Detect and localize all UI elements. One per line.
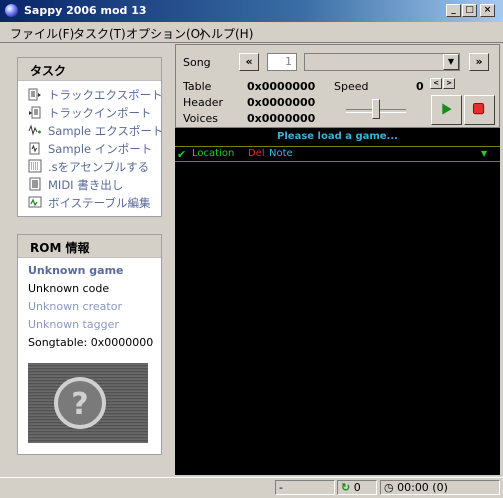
task-label: Sample エクスポート xyxy=(48,124,164,138)
maximize-button[interactable]: □ xyxy=(462,4,477,17)
close-button[interactable]: × xyxy=(480,4,495,17)
sample-import-icon xyxy=(29,142,40,155)
midi-export-icon xyxy=(29,177,41,191)
song-panel: Song « 1 ▼ » Table 0x0000000 Header 0x00… xyxy=(175,44,500,128)
voice-table-icon xyxy=(28,196,42,208)
status-bar: - ↻ 0 ◷ 00:00 (0) xyxy=(0,477,503,498)
rom-code: Unknown code xyxy=(28,282,110,295)
task-label: ボイステーブル編集 xyxy=(48,196,151,210)
loop-count: 0 xyxy=(353,481,361,494)
task-label: MIDI 書き出し xyxy=(48,178,124,192)
stop-icon xyxy=(472,103,485,115)
song-number-input[interactable]: 1 xyxy=(267,53,297,71)
voices-label: Voices xyxy=(183,112,219,125)
column-location[interactable]: Location xyxy=(192,148,234,159)
table-label: Table xyxy=(183,80,212,93)
rom-header-label: ROM 情報 xyxy=(30,241,90,255)
speed-value: 0 xyxy=(416,80,424,93)
main-window: Sappy 2006 mod 13 _ □ × ファイル(F) タスク(T) オ… xyxy=(0,0,503,498)
rom-header: ROM 情報 xyxy=(18,235,161,258)
song-label: Song xyxy=(183,56,211,69)
dropdown-arrow-icon[interactable]: ▼ xyxy=(481,149,487,158)
rom-tagger: Unknown tagger xyxy=(28,318,119,331)
check-icon: ✔ xyxy=(177,148,187,161)
tasks-panel: タスク トラックエクスポート トラックインポート Sample エクスポート S… xyxy=(17,57,164,217)
clock-icon: ◷ xyxy=(384,481,394,494)
tasks-header: タスク xyxy=(18,58,161,81)
track-export-icon xyxy=(28,88,41,101)
tasks-header-label: タスク xyxy=(30,64,67,78)
speed-up-button[interactable]: > xyxy=(443,78,455,89)
menu-file[interactable]: ファイル(F) xyxy=(10,25,74,42)
menu-help[interactable]: ヘルプ(H) xyxy=(199,25,253,42)
header-value: 0x0000000 xyxy=(247,96,316,109)
time-value: 00:00 (0) xyxy=(397,481,448,494)
status-time: ◷ 00:00 (0) xyxy=(380,480,500,495)
menu-options[interactable]: オプション(O) xyxy=(126,25,205,42)
menu-task[interactable]: タスク(T) xyxy=(73,25,126,42)
unknown-rom-icon: ? xyxy=(54,377,106,429)
status-loops: ↻ 0 xyxy=(337,480,377,495)
speed-label: Speed xyxy=(334,80,369,93)
track-list[interactable] xyxy=(175,162,500,475)
play-icon xyxy=(442,103,452,115)
song-select[interactable]: ▼ xyxy=(304,53,460,71)
task-label: トラックエクスポート xyxy=(48,88,163,102)
chevron-down-icon[interactable]: ▼ xyxy=(443,54,459,70)
song-prev-button[interactable]: « xyxy=(239,53,259,71)
rom-image: ? xyxy=(28,363,148,443)
loop-icon: ↻ xyxy=(341,481,351,494)
song-next-button[interactable]: » xyxy=(469,53,489,71)
status-message: Please load a game... xyxy=(175,128,500,146)
track-list-header: ✔ Location Del Note ▼ xyxy=(175,146,500,162)
task-label: トラックインポート xyxy=(48,106,152,120)
volume-slider[interactable] xyxy=(346,99,406,119)
sample-export-icon xyxy=(28,124,41,136)
window-title: Sappy 2006 mod 13 xyxy=(24,4,147,17)
task-label: .sをアセンブルする xyxy=(48,160,150,174)
rom-creator: Unknown creator xyxy=(28,300,122,313)
rom-info-panel: ROM 情報 Unknown game Unknown code Unknown… xyxy=(17,234,162,455)
status-cell-1: - xyxy=(275,480,335,495)
column-del[interactable]: Del xyxy=(248,148,265,159)
rom-songtable: Songtable: 0x0000000 xyxy=(28,336,154,349)
table-value: 0x0000000 xyxy=(247,80,316,93)
play-button[interactable] xyxy=(431,95,462,125)
minimize-button[interactable]: _ xyxy=(446,4,461,17)
svg-text:?: ? xyxy=(71,387,88,422)
title-bar: Sappy 2006 mod 13 _ □ × xyxy=(0,0,503,22)
assemble-icon xyxy=(28,159,42,173)
volume-slider-thumb[interactable] xyxy=(372,99,380,119)
column-note[interactable]: Note xyxy=(269,148,293,159)
stop-button[interactable] xyxy=(464,95,495,125)
track-import-icon xyxy=(29,106,41,119)
header-label: Header xyxy=(183,96,224,109)
speed-down-button[interactable]: < xyxy=(430,78,442,89)
task-label: Sample インポート xyxy=(48,142,153,156)
app-icon xyxy=(5,4,18,17)
menu-separator xyxy=(0,42,503,43)
voices-value: 0x0000000 xyxy=(247,112,316,125)
rom-game: Unknown game xyxy=(28,264,124,277)
menu-bar: ファイル(F) タスク(T) オプション(O) ヘルプ(H) xyxy=(0,22,503,42)
